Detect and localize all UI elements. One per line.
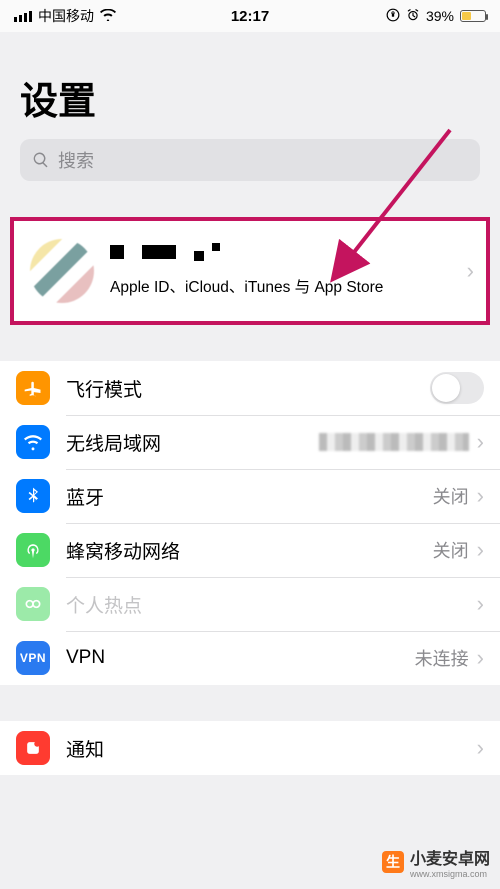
search-placeholder: 搜索 [58, 147, 94, 173]
alarm-icon [406, 8, 420, 25]
notifications-icon [16, 731, 50, 765]
cellular-label: 蜂窝移动网络 [66, 537, 180, 564]
bluetooth-row[interactable]: 蓝牙 关闭 › [0, 469, 500, 523]
hotspot-icon [16, 587, 50, 621]
hotspot-row[interactable]: 个人热点 › [0, 577, 500, 631]
watermark-url: www.xmsigma.com [410, 869, 490, 879]
account-subtitle: Apple ID、iCloud、iTunes 与 App Store [110, 275, 467, 297]
notifications-group: 通知 › [0, 721, 500, 775]
connectivity-group: 飞行模式 无线局域网 › 蓝牙 关闭 › 蜂窝移动网络 关闭 › 个人热点 [0, 361, 500, 685]
battery-percent: 39% [426, 8, 454, 24]
vpn-icon: VPN [16, 641, 50, 675]
search-icon [32, 151, 50, 169]
cellular-icon [16, 533, 50, 567]
bluetooth-label: 蓝牙 [66, 483, 104, 510]
battery-icon [460, 10, 486, 22]
wifi-status-icon [100, 8, 116, 24]
carrier-label: 中国移动 [38, 6, 94, 26]
airplane-label: 飞行模式 [66, 375, 142, 402]
cellular-value: 关闭 [433, 537, 469, 563]
account-name-redacted [110, 245, 467, 267]
signal-icon [14, 11, 32, 22]
wifi-label: 无线局域网 [66, 429, 161, 456]
apple-id-row[interactable]: Apple ID、iCloud、iTunes 与 App Store › [14, 221, 486, 321]
cellular-row[interactable]: 蜂窝移动网络 关闭 › [0, 523, 500, 577]
notifications-row[interactable]: 通知 › [0, 721, 500, 775]
apple-id-row-highlight: Apple ID、iCloud、iTunes 与 App Store › [10, 217, 490, 325]
airplane-mode-row[interactable]: 飞行模式 [0, 361, 500, 415]
wifi-row[interactable]: 无线局域网 › [0, 415, 500, 469]
watermark-logo-icon: 生 [382, 851, 404, 873]
notifications-label: 通知 [66, 735, 104, 762]
bluetooth-icon [16, 479, 50, 513]
airplane-toggle[interactable] [430, 372, 484, 404]
avatar [30, 239, 94, 303]
chevron-right-icon: › [477, 591, 484, 617]
watermark-text: 小麦安卓网 [410, 845, 490, 869]
wifi-value-redacted [319, 433, 469, 451]
chevron-right-icon: › [477, 735, 484, 761]
chevron-right-icon: › [467, 258, 474, 284]
chevron-right-icon: › [477, 429, 484, 455]
vpn-value: 未连接 [415, 645, 469, 671]
clock: 12:17 [231, 8, 269, 25]
search-input[interactable]: 搜索 [20, 139, 480, 181]
airplane-icon [16, 371, 50, 405]
vpn-row[interactable]: VPN VPN 未连接 › [0, 631, 500, 685]
bluetooth-value: 关闭 [433, 483, 469, 509]
chevron-right-icon: › [477, 537, 484, 563]
status-bar: 中国移动 12:17 39% [0, 0, 500, 32]
watermark: 生 小麦安卓网 www.xmsigma.com [382, 845, 490, 879]
rotation-lock-icon [386, 8, 400, 25]
chevron-right-icon: › [477, 483, 484, 509]
chevron-right-icon: › [477, 645, 484, 671]
hotspot-label: 个人热点 [66, 591, 142, 618]
vpn-label: VPN [66, 647, 105, 669]
page-title: 设置 [20, 70, 480, 125]
wifi-icon [16, 425, 50, 459]
